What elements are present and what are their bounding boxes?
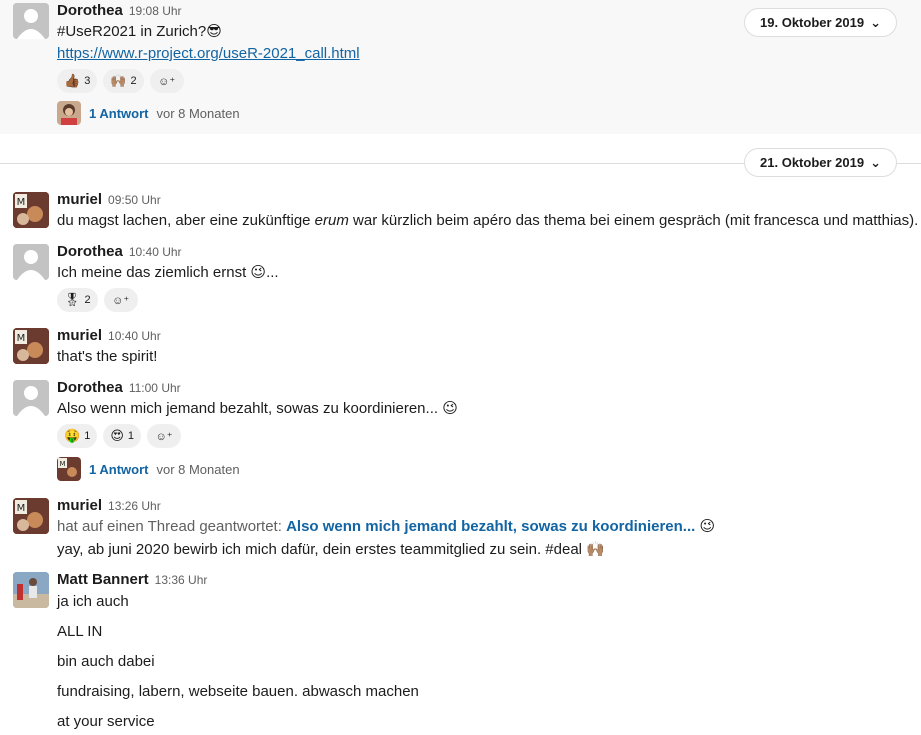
message-text-line: at your service [57, 713, 155, 730]
message-time[interactable]: 10:40 Uhr [129, 245, 182, 259]
avatar[interactable] [13, 380, 49, 416]
reaction-money-mouth[interactable]: 🤑 1 [57, 424, 98, 448]
svg-text:M: M [17, 197, 26, 208]
add-emoji-icon: ☺⁺ [155, 430, 173, 443]
message-text: yay, ab juni 2020 bewirb ich mich dafür,… [57, 541, 605, 558]
reaction-thumbsup[interactable]: 👍🏾 3 [57, 69, 98, 93]
sunglasses-emoji-icon: 😎 [206, 23, 222, 40]
wink-emoji-icon: 😉 [699, 518, 716, 535]
message-dorothea-1908: Dorothea 19:08 Uhr #UseR2021 in Zurich?😎 … [0, 0, 921, 134]
message-text-line: bin auch dabei [57, 653, 155, 670]
message-time[interactable]: 10:40 Uhr [108, 329, 161, 343]
message-time[interactable]: 09:50 Uhr [108, 193, 161, 207]
message-matt-1336: Matt Bannert 13:36 Uhr ja ich auch ALL IN… [0, 570, 921, 735]
message-text: du magst lachen, aber eine zukünftige er… [57, 212, 919, 229]
avatar[interactable] [13, 3, 49, 39]
message-time[interactable]: 13:36 Uhr [155, 573, 208, 587]
message-text-line: fundraising, labern, webseite bauen. abw… [57, 683, 419, 700]
message-time[interactable]: 19:08 Uhr [129, 4, 182, 18]
wink-emoji-icon: 😉 [250, 264, 267, 281]
money-mouth-emoji-icon: 🤑 [64, 428, 81, 443]
thread-replies[interactable]: 1 Antwort vor 8 Monaten [57, 101, 240, 125]
thread-avatar [57, 101, 81, 125]
chevron-down-icon: ⌄ [870, 14, 881, 30]
raised-hands-emoji-icon: 🙌🏽 [586, 541, 605, 558]
message-text-line: ALL IN [57, 623, 103, 640]
message-link-line: https://www.r-project.org/useR-2021_call… [57, 43, 360, 65]
message-text: Also wenn mich jemand bezahlt, sowas zu … [57, 400, 458, 417]
reactions: 👍🏾 3 🙌🏽 2 ☺⁺ [57, 69, 184, 93]
reactions: 🤑 1 😍 1 ☺⁺ [57, 424, 181, 448]
reaction-medal[interactable]: 🎖 2 [57, 288, 98, 312]
wink-emoji-icon: 😉 [442, 400, 458, 417]
message-text: that's the spirit! [57, 348, 158, 365]
message-muriel-0950: M muriel 09:50 Uhr du magst lachen, aber … [0, 190, 921, 240]
avatar[interactable]: M [13, 498, 49, 534]
message-time[interactable]: 13:26 Uhr [108, 499, 161, 513]
message-muriel-1040: M muriel 10:40 Uhr that's the spirit! [0, 326, 921, 372]
heart-eyes-emoji-icon: 😍 [110, 428, 124, 443]
add-emoji-icon: ☺⁺ [112, 294, 130, 307]
reactions: 🎖 2 ☺⁺ [57, 288, 138, 312]
reaction-raised-hands[interactable]: 🙌🏽 2 [103, 69, 144, 93]
message-dorothea-1100: Dorothea 11:00 Uhr Also wenn mich jemand … [0, 378, 921, 488]
svg-text:M: M [59, 460, 65, 468]
avatar[interactable] [13, 572, 49, 608]
thread-reply-count[interactable]: 1 Antwort [89, 106, 148, 121]
thread-replies[interactable]: M 1 Antwort vor 8 Monaten [57, 457, 240, 481]
reaction-heart-eyes[interactable]: 😍 1 [103, 424, 141, 448]
message-author[interactable]: Dorothea 10:40 Uhr [57, 243, 182, 260]
message-time[interactable]: 11:00 Uhr [129, 381, 181, 395]
date-divider-pill[interactable]: 19. Oktober 2019 ⌄ [744, 8, 897, 37]
message-author[interactable]: Dorothea 19:08 Uhr [57, 2, 182, 19]
chevron-down-icon: ⌄ [870, 154, 881, 170]
message-author[interactable]: muriel 09:50 Uhr [57, 191, 161, 208]
medal-emoji-icon: 🎖 [64, 292, 81, 307]
message-author[interactable]: muriel 13:26 Uhr [57, 497, 161, 514]
message-dorothea-1040: Dorothea 10:40 Uhr Ich meine das ziemlich… [0, 242, 921, 318]
svg-text:M: M [17, 333, 26, 344]
message-text: Ich meine das ziemlich ernst 😉... [57, 264, 279, 281]
message-muriel-1326: M muriel 13:26 Uhr hat auf einen Thread g… [0, 496, 921, 562]
thread-last-reply: vor 8 Monaten [156, 461, 240, 477]
thread-avatar: M [57, 457, 81, 481]
add-emoji-icon: ☺⁺ [158, 75, 176, 88]
thread-reply-context: hat auf einen Thread geantwortet: Also w… [57, 518, 716, 535]
add-reaction-button[interactable]: ☺⁺ [149, 69, 184, 93]
raised-hands-emoji-icon: 🙌🏽 [110, 73, 127, 88]
thumbsup-emoji-icon: 👍🏾 [64, 73, 81, 88]
date-divider-pill[interactable]: 21. Oktober 2019 ⌄ [744, 148, 897, 177]
message-text: #UseR2021 in Zurich?😎 [57, 23, 222, 40]
thread-last-reply: vor 8 Monaten [156, 105, 240, 121]
avatar[interactable] [13, 244, 49, 280]
avatar[interactable]: M [13, 192, 49, 228]
avatar[interactable]: M [13, 328, 49, 364]
message-text-line: ja ich auch [57, 593, 129, 610]
parent-thread-link[interactable]: Also wenn mich jemand bezahlt, sowas zu … [286, 518, 695, 535]
message-author[interactable]: muriel 10:40 Uhr [57, 327, 161, 344]
useR-link[interactable]: https://www.r-project.org/useR-2021_call… [57, 45, 360, 62]
add-reaction-button[interactable]: ☺⁺ [147, 424, 181, 448]
thread-reply-count[interactable]: 1 Antwort [89, 462, 148, 477]
message-author[interactable]: Matt Bannert 13:36 Uhr [57, 571, 207, 588]
message-author[interactable]: Dorothea 11:00 Uhr [57, 379, 181, 396]
add-reaction-button[interactable]: ☺⁺ [103, 288, 138, 312]
svg-text:M: M [17, 503, 26, 514]
